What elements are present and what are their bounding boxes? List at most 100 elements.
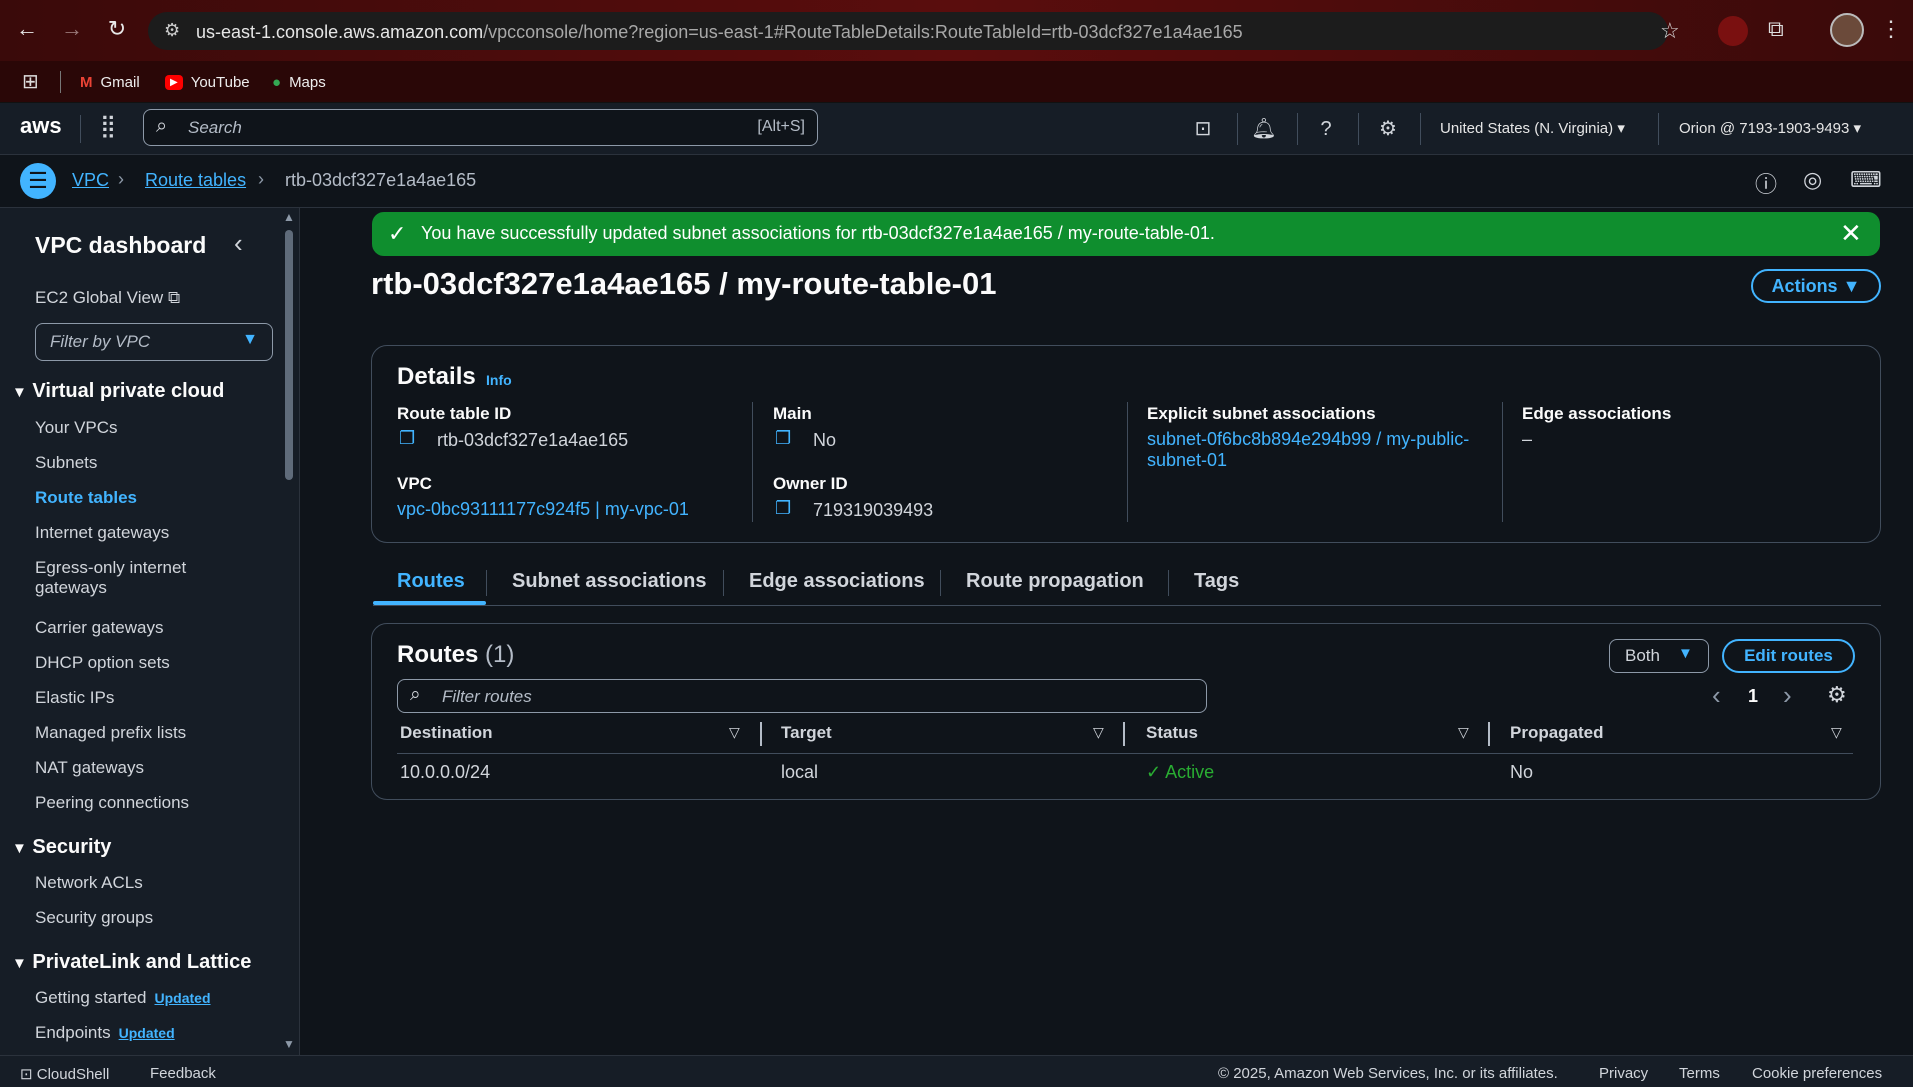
column-destination[interactable]: Destination <box>400 723 493 743</box>
services-grid-icon[interactable]: ⣿ <box>100 113 116 139</box>
sidebar-item-ec2-global-view[interactable]: EC2 Global View ⧉ <box>35 288 180 308</box>
settings-gear-icon[interactable]: ⚙ <box>1375 116 1401 142</box>
reload-icon[interactable]: ↻ <box>102 14 132 44</box>
sort-icon[interactable]: ▽ <box>1093 724 1104 741</box>
tab-tags[interactable]: Tags <box>1194 570 1239 593</box>
cloudshell-link[interactable]: ⊡ CloudShell <box>20 1065 109 1083</box>
collapse-sidebar-icon[interactable]: ‹ <box>234 228 243 259</box>
search-icon: ⌕ <box>410 684 421 705</box>
notifications-bell-icon[interactable]: 🔔︎ <box>1251 116 1277 142</box>
tab-subnet-associations[interactable]: Subnet associations <box>512 570 707 593</box>
table-settings-icon[interactable]: ⚙ <box>1827 682 1847 708</box>
sidebar-item-egress-only-internet-gateways[interactable]: Egress-only internet gateways <box>35 558 186 598</box>
region-selector[interactable]: United States (N. Virginia) ▾ <box>1440 119 1625 137</box>
sort-icon[interactable]: ▽ <box>1458 724 1469 741</box>
sidebar-item-route-tables[interactable]: Route tables <box>35 488 137 508</box>
vpc-link[interactable]: vpc-0bc93111177c924f5 | my-vpc-01 <box>397 499 689 520</box>
tab-edge-associations[interactable]: Edge associations <box>749 570 925 593</box>
copy-icon[interactable]: ❐ <box>399 428 415 449</box>
account-menu[interactable]: Orion @ 7193-1903-9493 ▾ <box>1679 119 1861 137</box>
both-select[interactable]: Both ▼ <box>1609 639 1709 673</box>
sidebar-item-security-groups[interactable]: Security groups <box>35 908 153 928</box>
edit-routes-button[interactable]: Edit routes <box>1722 639 1855 673</box>
sidebar-item-endpoints[interactable]: Endpoints Updated <box>35 1023 175 1043</box>
section-virtual-private-cloud[interactable]: ▼ Virtual private cloud <box>12 380 224 403</box>
tab-route-propagation[interactable]: Route propagation <box>966 570 1144 593</box>
column-status[interactable]: Status <box>1146 723 1198 743</box>
page-number[interactable]: 1 <box>1748 686 1758 707</box>
sidebar-item-getting-started[interactable]: Getting started Updated <box>35 988 211 1008</box>
sidebar-item-elastic-ips[interactable]: Elastic IPs <box>35 688 114 708</box>
destination-cell: 10.0.0.0/24 <box>400 762 491 782</box>
cookie-preferences-link[interactable]: Cookie preferences <box>1752 1065 1882 1082</box>
forward-icon[interactable]: → <box>57 14 87 44</box>
scroll-up-icon[interactable]: ▲ <box>283 210 295 224</box>
sidebar-item-managed-prefix-lists[interactable]: Managed prefix lists <box>35 723 186 743</box>
bookmark-maps[interactable]: ● Maps <box>272 69 326 95</box>
bookmark-gmail[interactable]: M Gmail <box>80 69 140 95</box>
site-info-icon[interactable]: ⚙ <box>164 20 180 41</box>
breadcrumb-route-tables[interactable]: Route tables <box>145 170 246 191</box>
filter-routes-input[interactable]: ⌕ Filter routes <box>397 679 1207 713</box>
side-navigation: VPC dashboard ‹ EC2 Global View ⧉ Filter… <box>0 208 300 1055</box>
copy-icon[interactable]: ❐ <box>775 498 791 519</box>
breadcrumb-vpc[interactable]: VPC <box>72 170 109 191</box>
info-link[interactable]: Info <box>486 372 512 388</box>
sidebar-item-nat-gateways[interactable]: NAT gateways <box>35 758 144 778</box>
sidebar-item-carrier-gateways[interactable]: Carrier gateways <box>35 618 164 638</box>
bookmark-youtube[interactable]: ▶ YouTube <box>165 69 250 95</box>
owner-id-value: 719319039493 <box>813 500 934 520</box>
apps-grid-icon[interactable]: ⊞ <box>22 69 39 94</box>
sidebar-item-your-vpcs[interactable]: Your VPCs <box>35 418 118 438</box>
tutorial-panel-icon[interactable]: ⌨ <box>1850 167 1882 193</box>
actions-button[interactable]: Actions ▼ <box>1751 269 1881 303</box>
chevron-right-icon[interactable]: › <box>1783 680 1792 711</box>
terms-link[interactable]: Terms <box>1679 1065 1720 1082</box>
sidebar-item-network-acls[interactable]: Network ACLs <box>35 873 143 893</box>
propagated-cell: No <box>1510 762 1534 782</box>
filter-by-vpc-select[interactable]: Filter by VPC ▼ <box>35 323 273 361</box>
address-bar[interactable]: ⚙ us-east-1.console.aws.amazon.com/vpcco… <box>148 12 1680 50</box>
cloudshell-icon[interactable]: ⊡ <box>1190 116 1216 142</box>
main-value: No <box>813 430 837 450</box>
chevron-left-icon[interactable]: ‹ <box>1712 680 1721 711</box>
privacy-link[interactable]: Privacy <box>1599 1065 1648 1082</box>
details-heading: Details <box>397 363 476 390</box>
help-icon[interactable]: ? <box>1313 116 1339 142</box>
sidebar-item-dhcp-option-sets[interactable]: DHCP option sets <box>35 653 170 673</box>
explicit-subnet-link[interactable]: subnet-0f6bc8b894e294b99 / my-public-sub… <box>1147 429 1469 471</box>
extension-icon[interactable] <box>1718 16 1748 46</box>
updated-badge[interactable]: Updated <box>155 990 211 1006</box>
updated-badge[interactable]: Updated <box>119 1025 175 1041</box>
bookmark-star-icon[interactable]: ☆ <box>1660 18 1680 44</box>
sort-icon[interactable]: ▽ <box>1831 724 1842 741</box>
aws-logo[interactable]: aws <box>20 113 62 139</box>
profile-avatar[interactable] <box>1830 13 1864 47</box>
section-privatelink-and-lattice[interactable]: ▼ PrivateLink and Lattice <box>12 951 251 974</box>
sidebar-scroll-thumb[interactable] <box>285 230 293 480</box>
section-security[interactable]: ▼ Security <box>12 836 111 859</box>
close-icon[interactable]: ✕ <box>1840 218 1862 249</box>
browser-menu-icon[interactable]: ⋮ <box>1880 16 1902 42</box>
sort-icon[interactable]: ▽ <box>729 724 740 741</box>
column-propagated[interactable]: Propagated <box>1510 723 1604 743</box>
sidebar-item-subnets[interactable]: Subnets <box>35 453 97 473</box>
sidebar-title[interactable]: VPC dashboard <box>35 232 206 259</box>
info-panel-icon[interactable]: ⓘ <box>1755 167 1777 199</box>
sidebar-item-peering-connections[interactable]: Peering connections <box>35 793 189 813</box>
back-icon[interactable]: ← <box>12 14 42 44</box>
caret-down-icon: ▼ <box>12 955 27 972</box>
copy-icon[interactable]: ❐ <box>775 428 791 449</box>
tab-routes[interactable]: Routes <box>397 570 465 593</box>
notifications-panel-icon[interactable]: ◎ <box>1803 167 1822 193</box>
extensions-puzzle-icon[interactable]: ⧉ <box>1768 16 1784 42</box>
column-target[interactable]: Target <box>781 723 832 743</box>
caret-down-icon: ▼ <box>1678 645 1693 662</box>
sidebar-item-internet-gateways[interactable]: Internet gateways <box>35 523 169 543</box>
side-nav-toggle-icon[interactable]: ☰ <box>20 163 56 199</box>
search-input[interactable]: ⌕ Search [Alt+S] <box>143 109 818 146</box>
target-cell: local <box>781 762 819 782</box>
caret-down-icon: ▾ <box>1617 120 1625 137</box>
feedback-link[interactable]: Feedback <box>150 1065 216 1082</box>
scroll-down-icon[interactable]: ▼ <box>283 1037 295 1051</box>
